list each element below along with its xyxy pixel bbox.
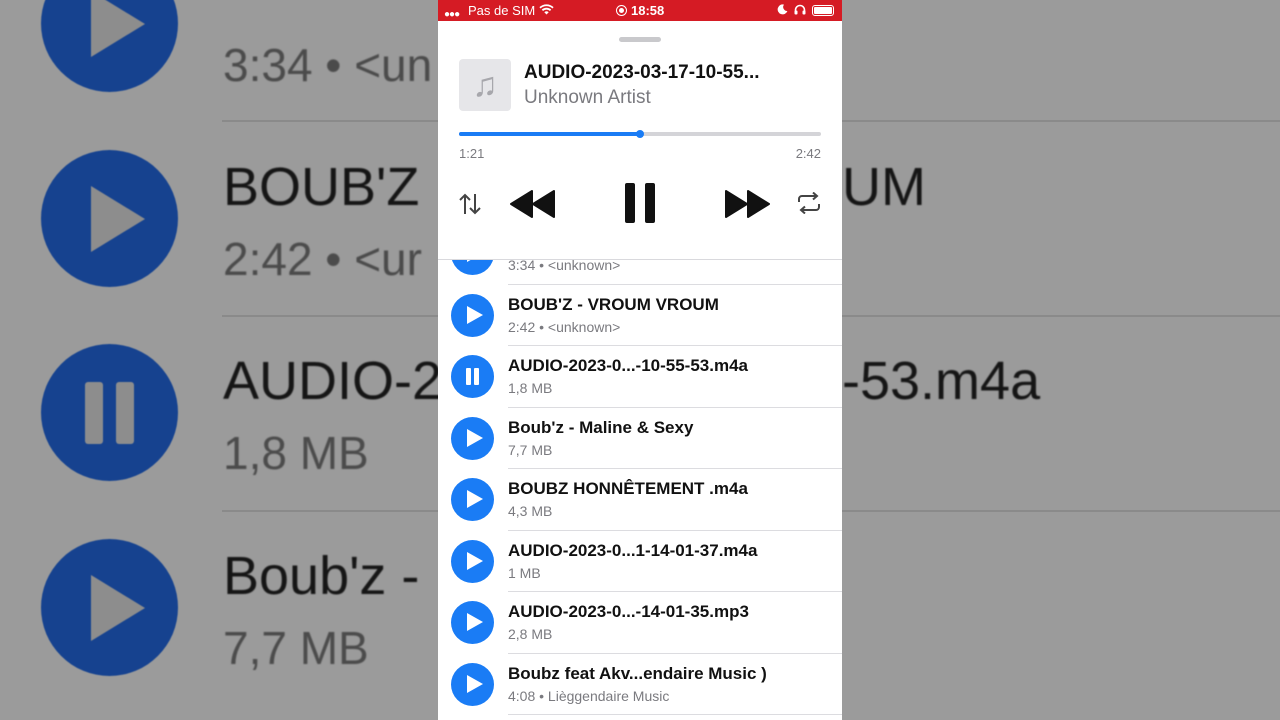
phone-screen: ●●● Pas de SIM 18:58 ♫ AUDIO-2023-03-17-… bbox=[438, 0, 842, 720]
track-subtitle: 1 MB bbox=[508, 564, 541, 581]
play-button[interactable] bbox=[451, 662, 494, 706]
track-row[interactable]: AUDIO-2023-0...-10-55-53.m4a 1,8 MB bbox=[438, 346, 842, 408]
wifi-icon bbox=[539, 3, 554, 18]
bg-row-subtitle: 3:34 • <un bbox=[223, 39, 433, 91]
status-time: 18:58 bbox=[616, 3, 664, 18]
track-subtitle: 1,8 MB bbox=[508, 380, 553, 396]
track-subtitle: 4,3 MB bbox=[508, 503, 553, 519]
track-list[interactable]: 3:34 • <unknown> BOUB'Z - VROUM VROUM 2:42… bbox=[438, 260, 842, 720]
status-right-icons bbox=[777, 3, 834, 18]
bg-pause-icon bbox=[41, 344, 178, 481]
track-row[interactable]: Boub'z - Maline & Sexy 7,7 MB bbox=[438, 408, 842, 469]
bg-row-subtitle: 2:42 • <ur bbox=[223, 233, 422, 285]
track-title: Boubz feat Akv...endaire Music ) bbox=[508, 663, 767, 683]
repeat-icon[interactable] bbox=[796, 191, 822, 219]
music-note-icon: ♫ bbox=[459, 59, 511, 111]
track-row[interactable]: BOUBZ HONNÊTEMENT .m4a 4,3 MB bbox=[438, 469, 842, 531]
track-row[interactable]: Boubz feat Akv...endaire Music ) 4:08 • L… bbox=[438, 654, 842, 715]
play-button[interactable] bbox=[451, 539, 494, 583]
now-playing-title: AUDIO-2023-03-17-10-55... bbox=[524, 62, 760, 83]
progress-fill bbox=[459, 132, 640, 136]
track-subtitle: 3:34 • <unknown> bbox=[508, 260, 621, 273]
pause-button[interactable] bbox=[625, 183, 655, 228]
track-title: AUDIO-2023-0...1-14-01-37.m4a bbox=[508, 540, 758, 560]
track-row[interactable]: AUDIO-2023-0...-14-01-35.mp3 2,8 MB bbox=[438, 592, 842, 654]
play-button[interactable] bbox=[451, 416, 494, 460]
status-bar: ●●● Pas de SIM 18:58 bbox=[438, 0, 842, 21]
bg-row-title: BOUB'Z bbox=[223, 157, 420, 217]
bg-row-title-right: UM bbox=[842, 157, 926, 217]
progress-knob[interactable] bbox=[636, 130, 644, 138]
play-button[interactable] bbox=[451, 260, 494, 275]
pause-button[interactable] bbox=[451, 355, 494, 398]
time-label: 18:58 bbox=[631, 3, 665, 18]
screen-recording-icon bbox=[616, 5, 627, 16]
play-button[interactable] bbox=[451, 478, 494, 521]
track-subtitle: 2:42 • <unknown> bbox=[508, 318, 621, 335]
track-row[interactable]: BOUB'Z - VROUM VROUM 2:42 • <unknown> bbox=[438, 285, 842, 346]
sheet-grabber[interactable] bbox=[619, 37, 661, 42]
bg-play-icon bbox=[41, 150, 178, 287]
track-row[interactable]: 3:34 • <unknown> bbox=[438, 260, 842, 285]
track-row[interactable]: AUDIO-2023-0...1-14-01-37.m4a 1 MB bbox=[438, 531, 842, 592]
bg-row-title-right: -53.m4a bbox=[842, 351, 1041, 411]
now-playing-sheet: ♫ AUDIO-2023-03-17-10-55... Unknown Arti… bbox=[438, 21, 842, 260]
row-divider bbox=[508, 714, 842, 715]
bg-row-title: AUDIO-2 bbox=[223, 351, 443, 411]
rewind-button[interactable] bbox=[509, 189, 557, 224]
progress-slider[interactable] bbox=[459, 130, 821, 138]
play-button[interactable] bbox=[451, 601, 494, 644]
total-time: 2:42 bbox=[795, 146, 821, 161]
track-title: BOUB'Z - VROUM VROUM bbox=[508, 294, 719, 314]
track-title: Boub'z - Maline & Sexy bbox=[508, 417, 694, 437]
track-title: BOUBZ HONNÊTEMENT .m4a bbox=[508, 479, 748, 498]
track-subtitle: 7,7 MB bbox=[508, 441, 553, 458]
track-subtitle: 4:08 • Lièggendaire Music bbox=[508, 687, 670, 704]
bg-row-subtitle: 7,7 MB bbox=[223, 622, 369, 674]
fast-forward-button[interactable] bbox=[723, 189, 771, 224]
headphones-icon bbox=[794, 3, 806, 18]
track-title: AUDIO-2023-0...-10-55-53.m4a bbox=[508, 356, 749, 375]
bg-row-title: Boub'z - bbox=[223, 546, 420, 606]
track-subtitle: 2,8 MB bbox=[508, 626, 553, 642]
elapsed-time: 1:21 bbox=[459, 146, 485, 161]
track-title: AUDIO-2023-0...-14-01-35.mp3 bbox=[508, 602, 749, 621]
signal-dots-icon: ●●● bbox=[444, 9, 460, 20]
carrier-label: Pas de SIM bbox=[468, 3, 536, 18]
bg-row-subtitle: 1,8 MB bbox=[223, 427, 369, 479]
play-button[interactable] bbox=[451, 293, 494, 337]
do-not-disturb-icon bbox=[777, 3, 788, 18]
sort-order-icon[interactable] bbox=[458, 191, 482, 222]
battery-icon bbox=[812, 5, 834, 16]
bg-play-icon bbox=[41, 0, 178, 92]
now-playing-artist: Unknown Artist bbox=[524, 87, 651, 108]
bg-play-icon bbox=[41, 539, 178, 676]
